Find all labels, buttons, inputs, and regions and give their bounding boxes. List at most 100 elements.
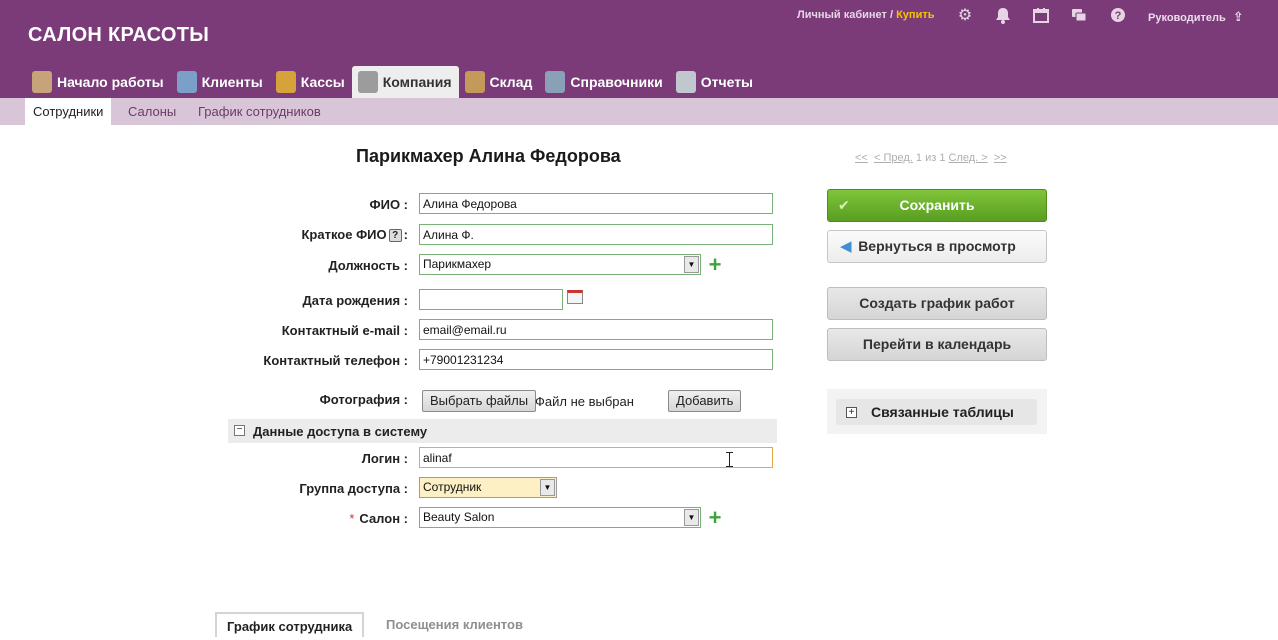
choose-files-button[interactable]: Выбрать файлы xyxy=(422,390,537,412)
warehouse-box-icon xyxy=(464,71,485,93)
access-group-value: Сотрудник xyxy=(423,480,482,494)
position-label: Должность : xyxy=(328,258,408,273)
exit-icon[interactable]: ⇪ xyxy=(1233,9,1244,25)
nav-tab-2[interactable]: Кассы xyxy=(270,66,352,98)
collapse-icon[interactable]: − xyxy=(234,425,245,436)
chevron-down-icon[interactable]: ▼ xyxy=(540,479,555,496)
pager: << < Пред. 1 из 1 След. > >> xyxy=(855,152,1007,164)
pager-next[interactable]: След. > xyxy=(949,152,988,164)
nav-tab-5[interactable]: Справочники xyxy=(539,66,669,98)
tab-employee-schedule[interactable]: График сотрудника xyxy=(215,612,365,637)
subtab-salons[interactable]: Салоны xyxy=(120,98,184,125)
cash-icon xyxy=(275,71,296,93)
access-section-title: Данные доступа в систему xyxy=(253,424,428,439)
related-tables-title: Связанные таблицы xyxy=(871,404,1014,420)
reference-book-icon xyxy=(545,71,566,93)
salon-label-text: Салон : xyxy=(359,511,408,526)
nav-tab-label: Склад xyxy=(489,74,533,90)
help-icon[interactable]: ? xyxy=(388,229,402,242)
nav-tab-label: Отчеты xyxy=(700,74,754,90)
account-links: Личный кабинет / Купить xyxy=(797,9,934,21)
position-select[interactable]: Парикмахер ▼ xyxy=(419,254,701,275)
main-nav: Начало работы Клиенты Кассы Компания Склад Сп… xyxy=(26,66,760,98)
nav-tab-3[interactable]: Компания xyxy=(351,66,459,98)
phone-label: Контактный телефон : xyxy=(263,353,408,368)
bell-icon[interactable] xyxy=(994,7,1012,25)
back-label: Вернуться в просмотр xyxy=(858,238,1016,254)
clients-icon xyxy=(176,71,197,93)
position-value: Парикмахер xyxy=(423,257,492,271)
salon-value: Beauty Salon xyxy=(423,510,495,524)
buy-link[interactable]: Купить xyxy=(896,9,934,21)
expand-icon[interactable]: + xyxy=(846,407,857,418)
pager-first[interactable]: << xyxy=(855,152,868,164)
text-cursor-icon xyxy=(726,452,735,467)
user-name: Руководитель xyxy=(1148,12,1226,24)
subtab-employee-schedule[interactable]: График сотрудников xyxy=(190,98,329,125)
login-label: Логин : xyxy=(361,451,408,466)
access-group-label: Группа доступа : xyxy=(299,481,408,496)
access-section-header[interactable]: − Данные доступа в систему xyxy=(228,419,777,443)
check-icon: ✔ xyxy=(838,197,850,213)
tab-client-visits[interactable]: Посещения клиентов xyxy=(376,612,533,637)
add-photo-button[interactable]: Добавить xyxy=(668,390,742,412)
birthdate-input[interactable] xyxy=(419,289,563,310)
related-tables-toggle[interactable]: + Связанные таблицы xyxy=(836,399,1037,425)
short-fio-label-text: Краткое ФИО xyxy=(301,227,387,242)
phone-input[interactable] xyxy=(419,349,773,370)
user-menu[interactable]: Руководитель ⇪ xyxy=(1148,9,1244,25)
help-icon[interactable]: ? xyxy=(1109,7,1127,25)
nav-tab-1[interactable]: Клиенты xyxy=(171,66,270,98)
calendar-picker-icon[interactable] xyxy=(567,290,583,304)
subtab-employees[interactable]: Сотрудники xyxy=(25,98,112,125)
chevron-down-icon[interactable]: ▼ xyxy=(684,509,699,526)
short-fio-input[interactable] xyxy=(419,224,773,245)
create-schedule-button[interactable]: Создать график работ xyxy=(827,287,1047,320)
photo-label: Фотография : xyxy=(319,392,408,407)
nav-tab-label: Клиенты xyxy=(201,74,263,90)
pager-last[interactable]: >> xyxy=(994,152,1007,164)
nav-tab-label: Справочники xyxy=(570,74,663,90)
company-gears-icon xyxy=(357,71,378,93)
related-tables-panel: + Связанные таблицы xyxy=(827,389,1047,434)
sub-nav: Сотрудники Салоны График сотрудников xyxy=(0,98,1278,125)
access-group-select[interactable]: Сотрудник ▼ xyxy=(419,477,557,498)
short-fio-label-colon: : xyxy=(403,227,408,242)
back-to-view-button[interactable]: ◀ Вернуться в просмотр xyxy=(827,230,1047,263)
email-label: Контактный e-mail : xyxy=(281,323,408,338)
required-mark: * xyxy=(349,511,355,526)
nav-tab-label: Кассы xyxy=(300,74,345,90)
page-title: Парикмахер Алина Федорова xyxy=(356,146,621,166)
pager-prev[interactable]: < Пред. xyxy=(874,152,913,164)
go-to-calendar-button[interactable]: Перейти в календарь xyxy=(827,328,1047,361)
nav-tab-label: Начало работы xyxy=(57,74,164,90)
calendar-icon[interactable] xyxy=(1032,7,1050,25)
pager-position: 1 из 1 xyxy=(915,152,946,164)
start-icon xyxy=(32,71,52,93)
arrow-left-icon: ◀ xyxy=(840,238,852,255)
save-button[interactable]: ✔ Сохранить xyxy=(827,189,1047,222)
add-position-plus-icon[interactable]: + xyxy=(707,254,723,276)
birthdate-label: Дата рождения : xyxy=(302,293,408,308)
chat-icon[interactable] xyxy=(1070,7,1088,25)
fio-input[interactable] xyxy=(419,193,773,214)
short-fio-label: Краткое ФИО?: xyxy=(301,227,408,242)
fio-label: ФИО : xyxy=(369,197,409,212)
account-link[interactable]: Личный кабинет / xyxy=(797,9,893,21)
chevron-down-icon[interactable]: ▼ xyxy=(684,256,699,273)
nav-tab-0[interactable]: Начало работы xyxy=(26,66,171,98)
nav-tab-4[interactable]: Склад xyxy=(459,66,540,98)
nav-tab-label: Компания xyxy=(382,74,452,90)
brand-title: САЛОН КРАСОТЫ xyxy=(28,24,210,46)
reports-icon xyxy=(675,71,696,93)
svg-text:?: ? xyxy=(1115,10,1122,22)
save-label: Сохранить xyxy=(899,197,975,213)
salon-select[interactable]: Beauty Salon ▼ xyxy=(419,507,701,528)
nav-tab-6[interactable]: Отчеты xyxy=(670,66,760,98)
gear-icon[interactable]: ⚙ xyxy=(956,7,974,25)
email-input[interactable] xyxy=(419,319,773,340)
add-salon-plus-icon[interactable]: + xyxy=(707,507,723,529)
app-header: САЛОН КРАСОТЫ Личный кабинет / Купить ⚙ … xyxy=(0,0,1278,98)
no-file-text: Файл не выбран xyxy=(535,394,634,409)
login-input[interactable] xyxy=(419,447,773,468)
